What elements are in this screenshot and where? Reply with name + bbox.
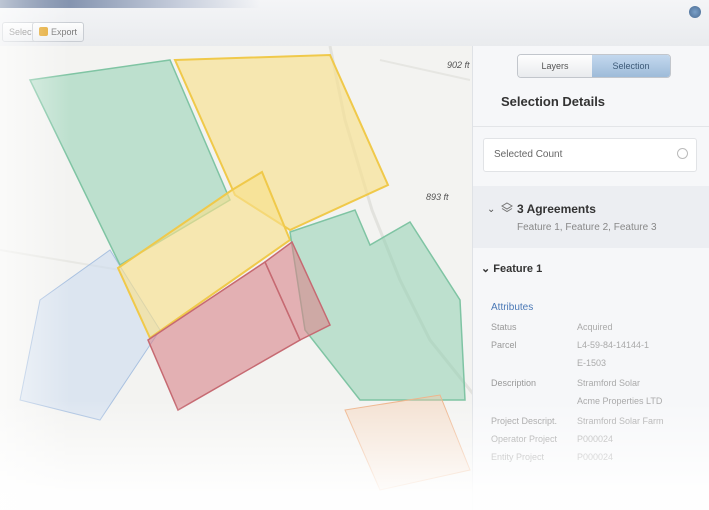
attr-value: P000024	[577, 452, 614, 462]
toolbar: Select Export	[0, 0, 709, 47]
parcel-orange[interactable]	[344, 394, 471, 491]
attr-value: E-1503	[577, 358, 607, 368]
layers-icon	[501, 202, 513, 213]
tab-selection[interactable]: Selection	[592, 55, 670, 77]
export-button-label: Export	[51, 27, 78, 37]
attr-value: Acme Properties LTD	[577, 396, 663, 406]
attr-label: Description	[491, 378, 537, 388]
select-button-label: Select	[9, 27, 35, 37]
side-panel: Layers Selection Selection Details Selec…	[472, 46, 709, 510]
divider	[473, 126, 709, 127]
chevron-down-icon[interactable]: ⌄	[487, 204, 495, 215]
export-icon	[39, 27, 48, 36]
agreements-subtitle: Feature 1, Feature 2, Feature 3	[517, 222, 657, 233]
attr-value: L4-59-84-14144-1	[577, 340, 650, 350]
attr-value: Stramford Solar Farm	[577, 416, 664, 426]
map-canvas[interactable]: 902 ft 893 ft	[0, 46, 478, 510]
app-window: Select Export 902 ft 893 ft Layers Selec…	[0, 0, 709, 510]
selected-count-label: Selected Count	[494, 149, 563, 160]
feature-header-label: Feature 1	[493, 263, 543, 275]
parcel-map	[0, 46, 478, 491]
status-icon	[689, 6, 701, 18]
agreements-group[interactable]: ⌄ 3 Agreements Feature 1, Feature 2, Fea…	[473, 186, 709, 248]
attr-label: Operator Project	[491, 434, 558, 444]
feature-header[interactable]: ⌄ Feature 1	[481, 262, 542, 275]
tab-layers[interactable]: Layers	[518, 55, 592, 77]
panel-tabs: Layers Selection	[517, 54, 671, 78]
attr-value: Acquired	[577, 322, 613, 332]
search-icon	[677, 148, 688, 159]
attr-value: P000024	[577, 434, 614, 444]
attr-label: Status	[491, 322, 517, 332]
selected-count-field[interactable]: Selected Count	[483, 138, 697, 172]
agreements-title: 3 Agreements	[517, 202, 596, 216]
attr-label: Project Descript.	[491, 416, 558, 426]
panel-title: Selection Details	[501, 94, 606, 109]
attr-label: Entity Project	[491, 452, 545, 462]
attr-label: Parcel	[491, 340, 517, 350]
window-title-gradient	[0, 0, 260, 8]
attr-value: Stramford Solar	[577, 378, 641, 388]
elevation-label: 902 ft	[447, 60, 470, 70]
elevation-label: 893 ft	[426, 192, 449, 202]
attributes-header: Attributes	[491, 302, 534, 313]
export-button[interactable]: Export	[32, 22, 85, 42]
